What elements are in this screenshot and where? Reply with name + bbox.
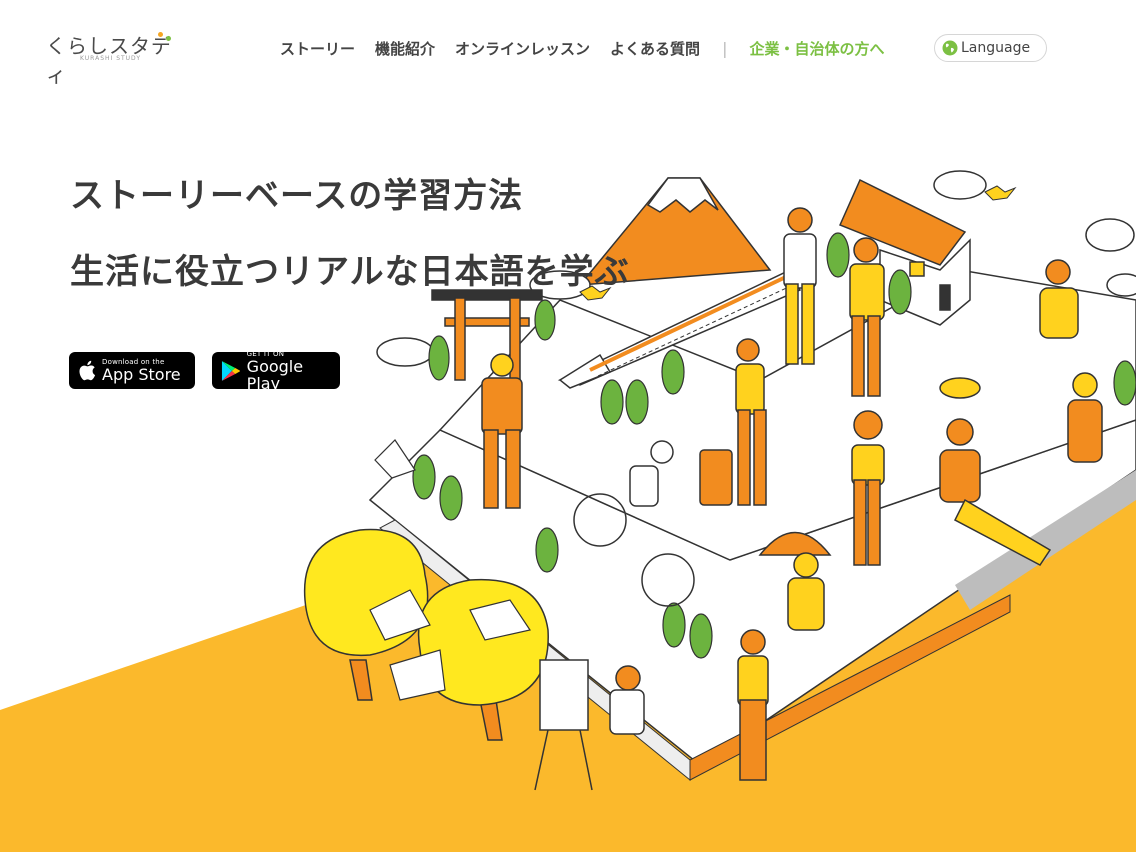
app-store-big-text: App Store	[102, 365, 181, 384]
nav-item-story[interactable]: ストーリー	[280, 38, 355, 59]
site-header: くらしスタディ KURASHI STUDY ストーリー 機能紹介 オンラインレッ…	[0, 0, 1136, 100]
logo-dot	[166, 36, 171, 41]
google-play-icon	[221, 360, 241, 381]
nav-item-features[interactable]: 機能紹介	[375, 38, 435, 59]
google-play-button[interactable]: GET IT ON Google Play	[212, 350, 340, 393]
globe-icon	[942, 40, 958, 56]
logo-subtext: KURASHI STUDY	[80, 55, 142, 62]
brand-logo[interactable]: くらしスタディ KURASHI STUDY	[46, 30, 176, 87]
language-label: Language	[961, 40, 1031, 56]
nav-item-business[interactable]: 企業・自治体の方へ	[749, 38, 884, 59]
nav-item-online-lesson[interactable]: オンラインレッスン	[455, 38, 590, 59]
app-store-button[interactable]: Download on the App Store	[69, 352, 195, 389]
main-nav: ストーリー 機能紹介 オンラインレッスン よくある質問 | 企業・自治体の方へ	[280, 38, 904, 59]
language-button[interactable]: Language	[934, 34, 1047, 62]
logo-dot	[158, 32, 163, 37]
apple-icon	[79, 360, 96, 381]
hero-subtitle: 生活に役立つリアルな日本語を学ぶ	[70, 252, 630, 292]
hero-title: ストーリーベースの学習方法	[70, 176, 524, 216]
nav-separator: |	[722, 39, 728, 58]
nav-item-faq[interactable]: よくある質問	[610, 38, 700, 59]
google-play-big-text: Google Play	[246, 356, 304, 393]
